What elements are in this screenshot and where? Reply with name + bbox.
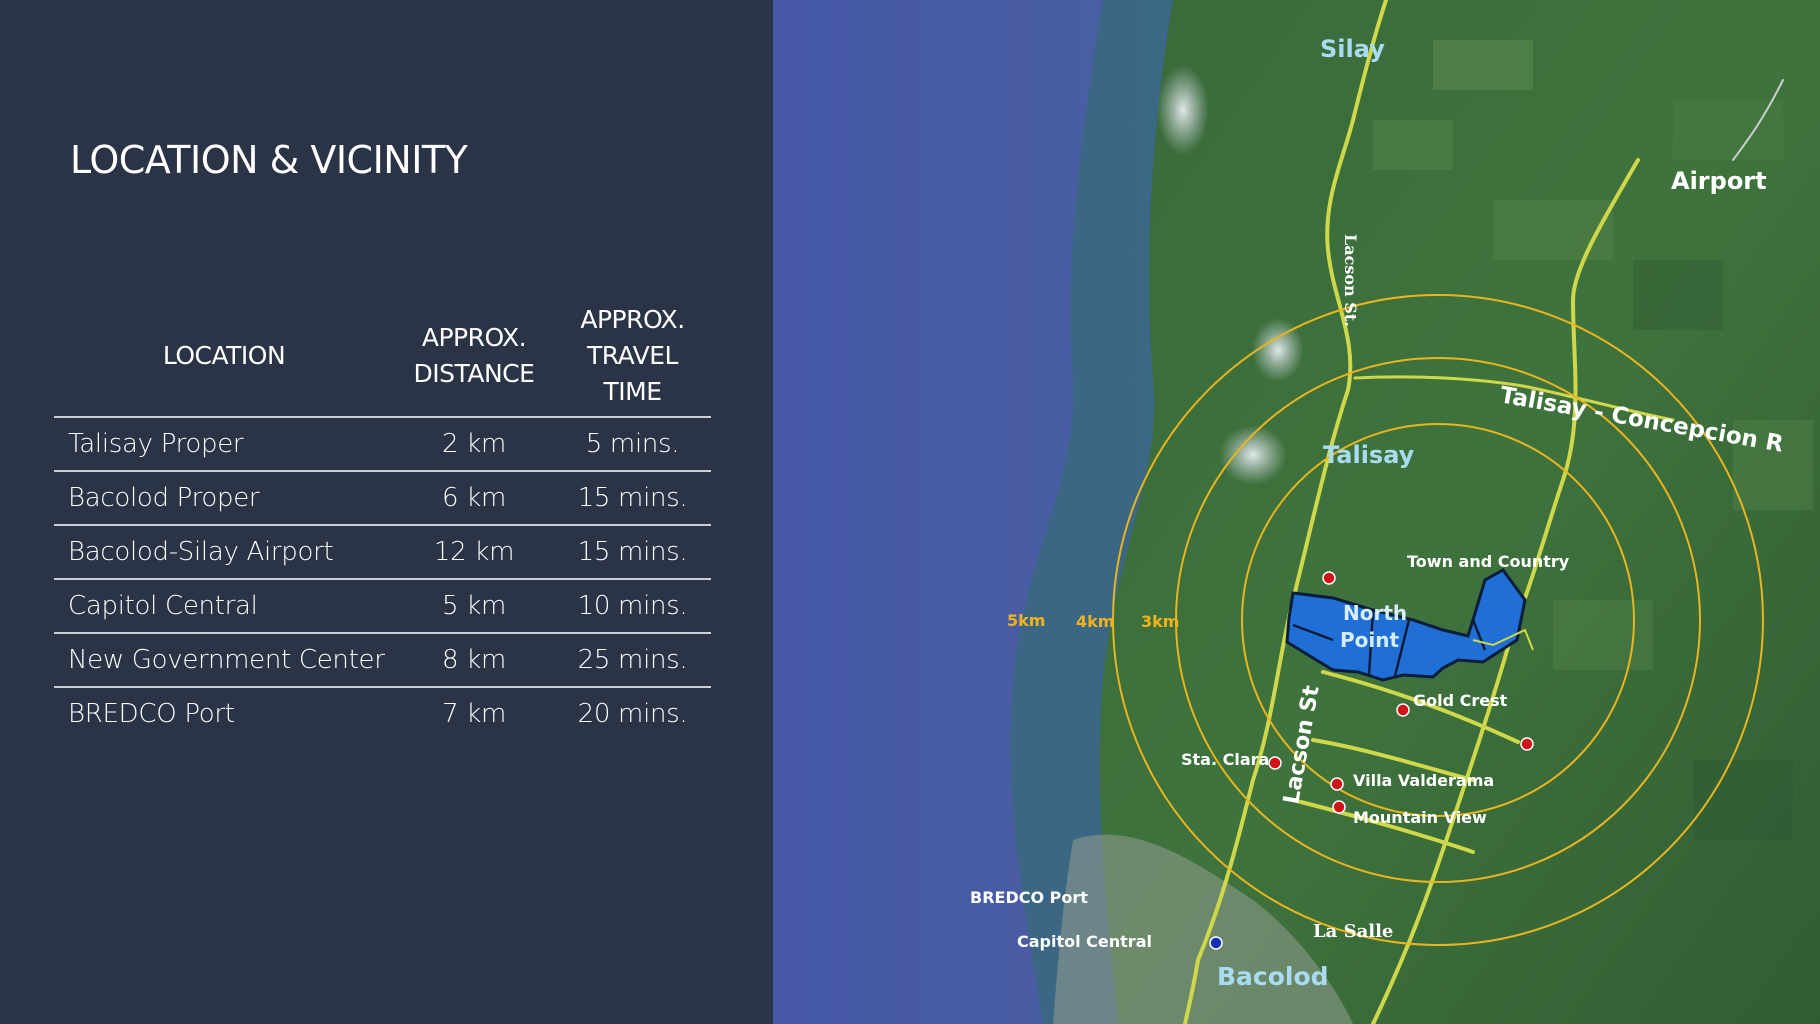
satellite-map[interactable]: Silay Airport Talisay Bacolod North Poin… — [773, 0, 1820, 1024]
map-canvas: Silay Airport Talisay Bacolod North Poin… — [773, 0, 1820, 1024]
row-distance: 8 km — [394, 633, 554, 688]
row-location: Bacolod-Silay Airport — [54, 525, 394, 580]
info-panel: LOCATION & VICINITY LOCATION APPROX. DIS… — [0, 0, 773, 1024]
label-la-salle: La Salle — [1313, 921, 1393, 942]
label-capitol-central: Capitol Central — [1017, 932, 1152, 951]
table-row: BREDCO Port 7 km 20 mins. — [54, 687, 711, 740]
header-time-line3: TIME — [603, 377, 662, 406]
row-time: 25 mins. — [554, 633, 711, 688]
poi-marker — [1330, 777, 1344, 791]
header-location: LOCATION — [54, 302, 394, 417]
vicinity-table: LOCATION APPROX. DISTANCE APPROX. TRAVEL… — [54, 302, 711, 740]
row-time: 20 mins. — [577, 699, 688, 729]
label-villa-valderama: Villa Valderama — [1353, 771, 1494, 790]
cloud — [1157, 65, 1209, 155]
poi-marker — [1520, 737, 1534, 751]
label-airport: Airport — [1671, 167, 1767, 195]
row-distance: 7 km — [442, 699, 506, 729]
table-row: New Government Center 8 km 25 mins. — [54, 633, 711, 688]
label-ring-4km: 4km — [1076, 612, 1114, 631]
header-time-line2: TRAVEL — [587, 341, 678, 370]
row-location: Bacolod Proper — [54, 471, 394, 526]
poi-marker — [1268, 756, 1282, 770]
row-time: 15 mins. — [554, 525, 711, 580]
label-sta-clara: Sta. Clara — [1181, 750, 1269, 769]
label-ring-5km: 5km — [1007, 611, 1045, 630]
label-lacson-st-upper: Lacson St. — [1341, 234, 1360, 327]
table-row: Talisay Proper 2 km 5 mins. — [54, 417, 711, 472]
label-gold-crest: Gold Crest — [1413, 691, 1508, 710]
row-time: 15 mins. — [554, 471, 711, 526]
poi-marker — [1396, 703, 1410, 717]
label-town-and-country: Town and Country — [1407, 552, 1570, 571]
header-time-line1: APPROX. — [580, 305, 685, 334]
table-row: Bacolod-Silay Airport 12 km 15 mins. — [54, 525, 711, 580]
label-talisay: Talisay — [1323, 441, 1415, 469]
header-time: APPROX. TRAVEL TIME — [554, 302, 711, 417]
table-row: Bacolod Proper 6 km 15 mins. — [54, 471, 711, 526]
row-time: 10 mins. — [554, 579, 711, 634]
header-distance: APPROX. DISTANCE — [394, 302, 554, 417]
header-distance-line1: APPROX. — [421, 323, 527, 352]
table-row: Capitol Central 5 km 10 mins. — [54, 579, 711, 634]
label-ring-3km: 3km — [1141, 612, 1179, 631]
row-location: Talisay Proper — [54, 417, 394, 472]
poi-marker — [1332, 800, 1346, 814]
row-time: 5 mins. — [554, 417, 711, 472]
page-title: LOCATION & VICINITY — [70, 138, 468, 182]
header-location-text: LOCATION — [162, 341, 286, 370]
poi-marker — [1322, 571, 1336, 585]
row-location: BREDCO Port — [68, 699, 235, 729]
row-location: New Government Center — [54, 633, 394, 688]
label-north-point-2: Point — [1340, 628, 1399, 652]
table-header-row: LOCATION APPROX. DISTANCE APPROX. TRAVEL… — [54, 302, 711, 417]
label-silay: Silay — [1320, 35, 1385, 63]
row-distance: 12 km — [394, 525, 554, 580]
label-north-point-1: North — [1343, 601, 1407, 625]
header-distance-line2: DISTANCE — [413, 359, 535, 388]
row-distance: 5 km — [394, 579, 554, 634]
row-location: Capitol Central — [54, 579, 394, 634]
label-bredco-port: BREDCO Port — [970, 888, 1088, 907]
poi-marker-blue — [1209, 936, 1223, 950]
label-bacolod: Bacolod — [1217, 962, 1329, 991]
row-distance: 6 km — [394, 471, 554, 526]
row-distance: 2 km — [394, 417, 554, 472]
label-mountain-view: Mountain View — [1353, 808, 1487, 827]
